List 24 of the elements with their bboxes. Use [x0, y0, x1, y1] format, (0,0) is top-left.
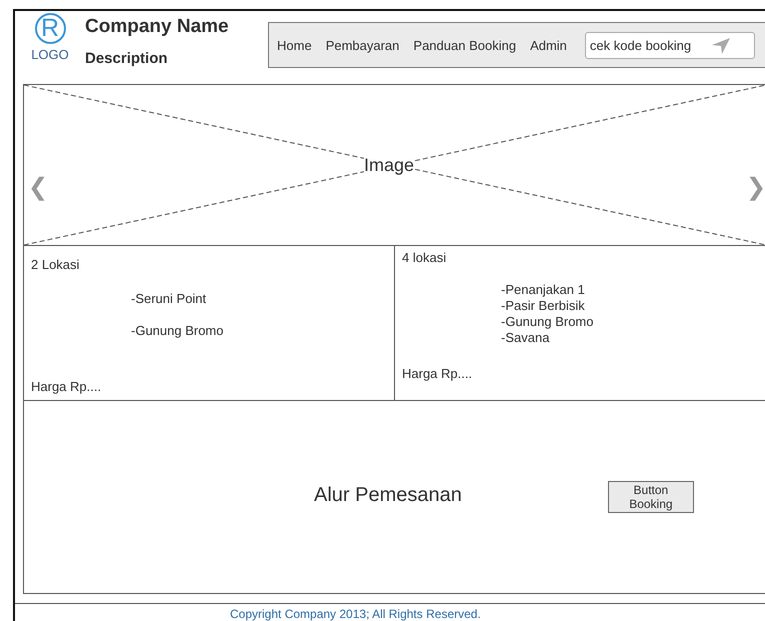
search-field[interactable]: cek kode booking	[584, 32, 755, 58]
place-item: -Penanjakan 1	[501, 282, 586, 297]
place-item: -Seruni Point	[131, 291, 208, 306]
package-price: Harga Rp....	[402, 366, 474, 381]
booking-button[interactable]: Button Booking	[608, 481, 694, 513]
place-item: -Savana	[501, 330, 550, 345]
nav-link[interactable]: Admin	[530, 38, 567, 52]
section-title: Alur Pemesanan	[314, 484, 462, 507]
package-title: 4 lokasi	[402, 250, 448, 265]
image-label: Image	[364, 155, 414, 176]
company-name: Company Name	[85, 16, 230, 38]
nav-link[interactable]: Pembayaran	[326, 38, 400, 52]
nav-link[interactable]: Panduan Booking	[413, 38, 516, 52]
package-price: Harga Rp....	[31, 379, 102, 394]
place-item: -Gunung Bromo	[501, 314, 594, 329]
place-item: -Pasir Berbisik	[501, 298, 586, 313]
send-icon[interactable]	[710, 36, 731, 54]
logo-caption: LOGO	[31, 47, 69, 62]
copyright-text: Copyright Company 2013; All Rights Reserved.	[230, 607, 481, 621]
nav-link[interactable]: Home	[277, 38, 312, 52]
logo-mark: R	[34, 13, 66, 44]
package-title: 2 Lokasi	[31, 257, 80, 272]
place-item: -Gunung Bromo	[131, 323, 224, 338]
company-description: Description	[85, 50, 169, 67]
